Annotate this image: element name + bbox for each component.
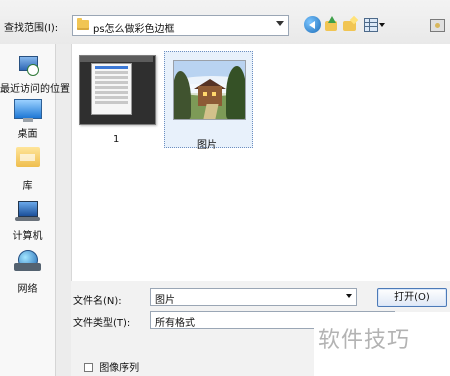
window bbox=[203, 92, 207, 96]
chevron-down-icon[interactable] bbox=[276, 21, 284, 26]
sidebar-item-label: 网络 bbox=[17, 284, 38, 295]
screenshot-thumbnail bbox=[79, 55, 156, 125]
sidebar-item-label: 库 bbox=[22, 181, 33, 192]
file-list: 1 图片 bbox=[71, 44, 450, 281]
menu-row bbox=[95, 71, 128, 74]
open-file-dialog: 查找范围(I): ps怎么做彩色边框 最近访问的位置 桌面 库 计算机 网络 1… bbox=[0, 0, 450, 376]
menu-bar bbox=[80, 56, 153, 62]
open-button[interactable]: 打开(O) bbox=[377, 288, 447, 307]
landscape-thumbnail bbox=[173, 60, 246, 120]
file-name-label: 文件名(N): bbox=[73, 296, 122, 307]
file-type-value: 所有格式 bbox=[155, 318, 195, 329]
view-menu-icon[interactable] bbox=[364, 16, 386, 33]
sidebar-item-label: 计算机 bbox=[12, 231, 43, 242]
top-toolbar: 查找范围(I): ps怎么做彩色边框 bbox=[0, 0, 450, 44]
clock-icon bbox=[26, 64, 39, 76]
grid-view-icon bbox=[364, 18, 378, 32]
chevron-down-icon[interactable] bbox=[346, 294, 352, 298]
image-sequence-label: 图像序列 bbox=[99, 363, 140, 374]
menu-row bbox=[95, 101, 128, 104]
sidebar-item-computer[interactable]: 计算机 bbox=[0, 201, 55, 242]
file-label: 图片 bbox=[197, 140, 217, 151]
look-in-label: 查找范围(I): bbox=[4, 23, 59, 34]
sidebar-item-recent-places[interactable]: 最近访问的位置 bbox=[0, 54, 70, 95]
file-name-value: 图片 bbox=[155, 295, 175, 306]
file-name-input[interactable]: 图片 bbox=[150, 288, 357, 306]
location-dropdown[interactable]: ps怎么做彩色边框 bbox=[72, 15, 289, 36]
recent-places-icon bbox=[17, 54, 39, 76]
watermark-text: 软件技巧 bbox=[318, 328, 411, 353]
library-icon bbox=[14, 147, 42, 171]
back-icon[interactable] bbox=[304, 16, 321, 33]
menu-row bbox=[95, 86, 128, 89]
file-type-label: 文件类型(T): bbox=[73, 318, 131, 329]
folder-icon bbox=[77, 18, 89, 30]
new-folder-icon[interactable] bbox=[342, 16, 359, 33]
sidebar-item-label: 桌面 bbox=[17, 129, 38, 140]
cottage bbox=[198, 86, 222, 106]
menu-panel bbox=[91, 63, 132, 115]
file-label: 1 bbox=[113, 134, 120, 145]
computer-icon bbox=[14, 201, 41, 221]
image-sequence-checkbox[interactable] bbox=[84, 363, 93, 372]
path bbox=[203, 104, 219, 119]
sidebar-item-network[interactable]: 网络 bbox=[0, 250, 55, 295]
image-sequence-option[interactable]: 图像序列 bbox=[84, 359, 140, 374]
tree bbox=[226, 66, 245, 119]
chevron-down-icon bbox=[379, 23, 385, 27]
sidebar-item-label: 最近访问的位置 bbox=[0, 84, 70, 95]
menu-row bbox=[95, 76, 128, 79]
window bbox=[212, 92, 216, 96]
file-item[interactable]: 1 bbox=[79, 55, 159, 145]
sidebar-item-library[interactable]: 库 bbox=[0, 147, 55, 192]
desktop-icon bbox=[13, 99, 42, 122]
network-icon bbox=[14, 250, 41, 274]
up-folder-icon[interactable] bbox=[323, 16, 340, 33]
menu-row bbox=[95, 66, 128, 69]
places-sidebar: 最近访问的位置 桌面 库 计算机 网络 bbox=[0, 44, 70, 376]
sidebar-item-desktop[interactable]: 桌面 bbox=[0, 99, 55, 140]
menu-row bbox=[95, 96, 128, 99]
desktop-icon[interactable] bbox=[430, 19, 445, 32]
location-value: ps怎么做彩色边框 bbox=[93, 24, 175, 35]
menu-row bbox=[95, 81, 128, 84]
menu-row bbox=[95, 91, 128, 94]
file-item-selected[interactable]: 图片 bbox=[164, 51, 253, 151]
